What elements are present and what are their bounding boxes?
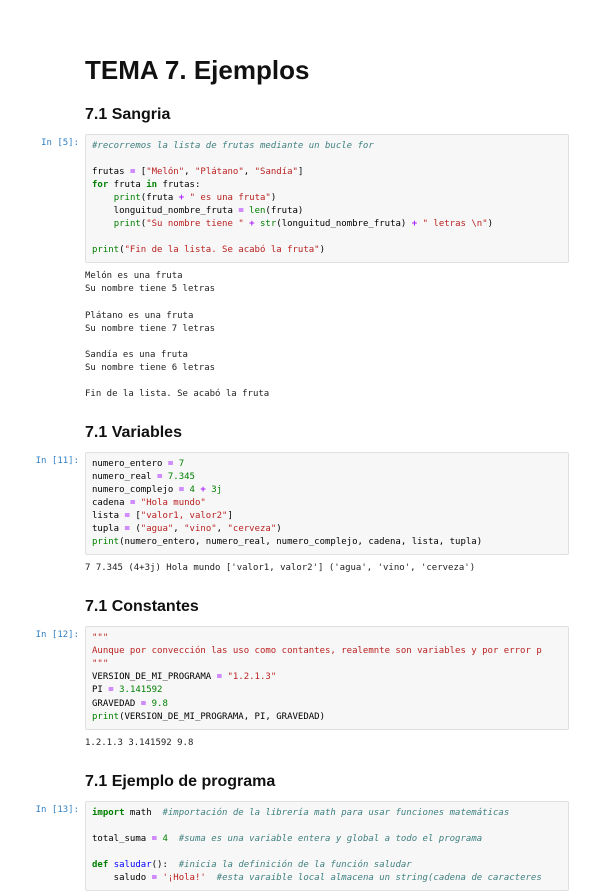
output-cell: 1.2.1.3 3.141592 9.8	[30, 732, 569, 755]
input-prompt: In [5]:	[30, 134, 85, 263]
output-prompt	[30, 265, 85, 405]
code-output: 7 7.345 (4+3j) Hola mundo ['valor1, valo…	[85, 557, 569, 580]
code-input[interactable]: import math #importación de la librería …	[85, 801, 569, 891]
code-output: 1.2.1.3 3.141592 9.8	[85, 732, 569, 755]
code-cell: In [11]: numero_entero = 7 numero_real =…	[30, 452, 569, 555]
code-input[interactable]: #recorremos la lista de frutas mediante …	[85, 134, 569, 263]
input-prompt: In [12]:	[30, 626, 85, 729]
input-prompt: In [11]:	[30, 452, 85, 555]
section-heading: 7.1 Constantes	[85, 598, 569, 616]
code-input[interactable]: """ Aunque por convección las uso como c…	[85, 626, 569, 729]
code-input[interactable]: numero_entero = 7 numero_real = 7.345 nu…	[85, 452, 569, 555]
code-cell: In [13]: import math #importación de la …	[30, 801, 569, 891]
code-output: Melón es una fruta Su nombre tiene 5 let…	[85, 265, 569, 405]
section-heading: 7.1 Variables	[85, 424, 569, 442]
section-heading: 7.1 Ejemplo de programa	[85, 773, 569, 791]
output-cell: Melón es una fruta Su nombre tiene 5 let…	[30, 265, 569, 405]
code-cell: In [5]: #recorremos la lista de frutas m…	[30, 134, 569, 263]
output-prompt	[30, 732, 85, 755]
input-prompt: In [13]:	[30, 801, 85, 891]
code-cell: In [12]: """ Aunque por convección las u…	[30, 626, 569, 729]
output-prompt	[30, 557, 85, 580]
notebook-page: TEMA 7. Ejemplos 7.1 Sangria In [5]: #re…	[0, 0, 599, 891]
output-cell: 7 7.345 (4+3j) Hola mundo ['valor1, valo…	[30, 557, 569, 580]
section-heading: 7.1 Sangria	[85, 106, 569, 124]
page-title: TEMA 7. Ejemplos	[85, 55, 569, 86]
